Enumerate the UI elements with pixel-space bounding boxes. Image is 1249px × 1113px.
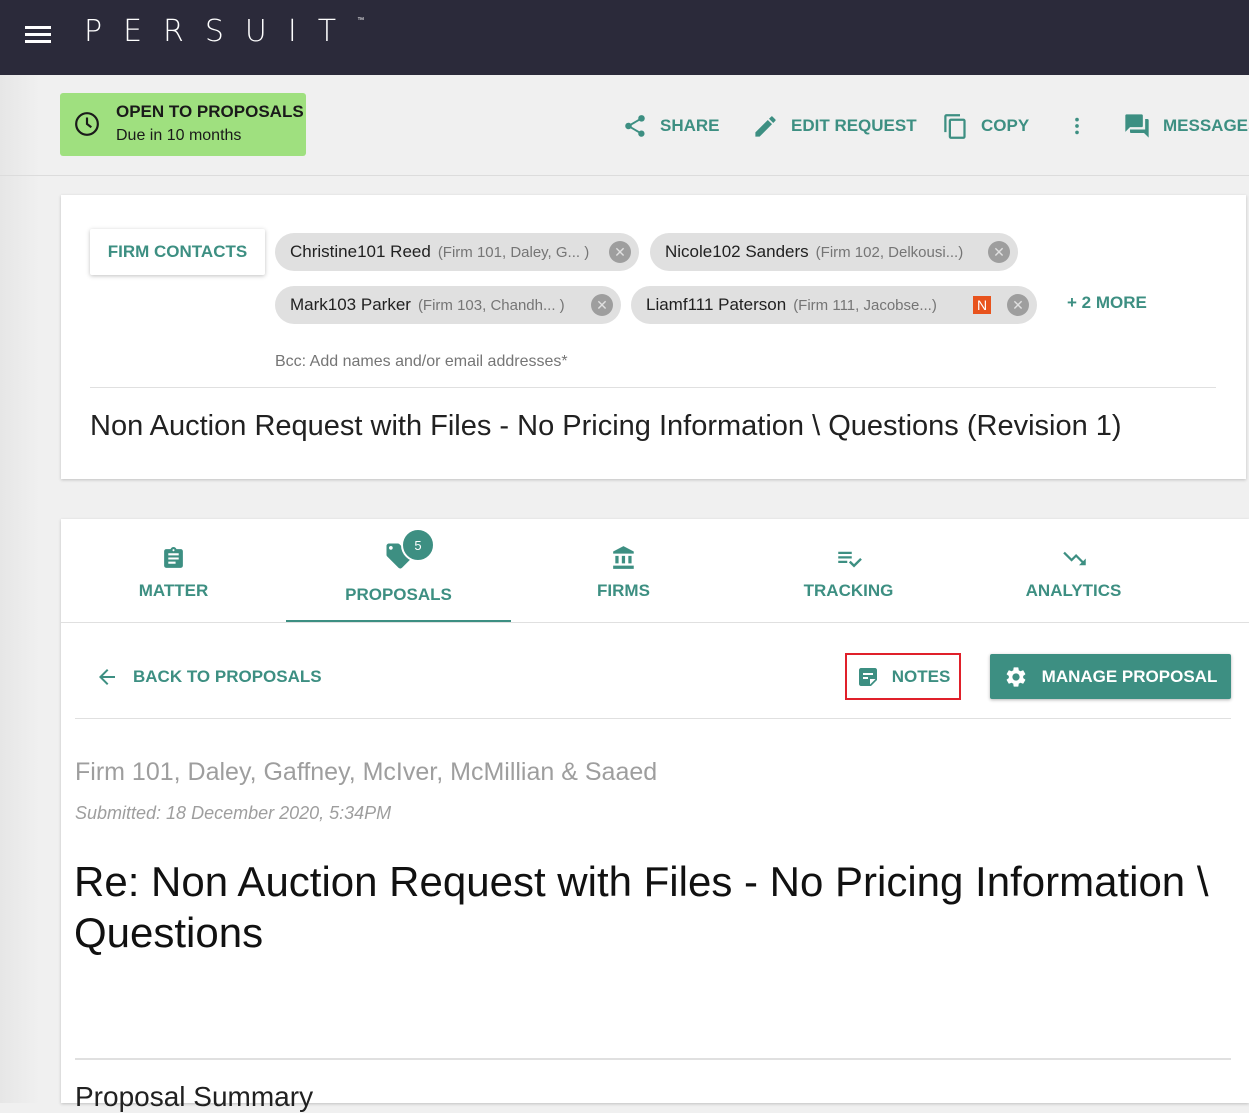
contact-firm: (Firm 111, Jacobse...) — [793, 296, 937, 314]
more-vert-icon — [1075, 117, 1079, 135]
notes-button[interactable]: NOTES — [845, 653, 961, 700]
edit-request-button[interactable]: EDIT REQUEST — [752, 112, 917, 140]
app-logo[interactable]: PERSUIT™ — [84, 14, 364, 49]
arrow-left-icon — [99, 669, 115, 685]
firm-contacts-button[interactable]: FIRM CONTACTS — [90, 229, 265, 275]
tab-matter[interactable]: MATTER — [61, 519, 286, 623]
proposal-title: Re: Non Auction Request with Files - No … — [74, 858, 1209, 956]
tab-label: MATTER — [138, 581, 209, 600]
gear-icon — [1006, 666, 1025, 687]
tab-firms[interactable]: FIRMS — [511, 519, 736, 623]
tab-proposals[interactable]: PROPOSALS — [286, 519, 511, 623]
n-badge-icon: N — [973, 296, 991, 314]
manage-proposal-button[interactable]: MANAGE PROPOSAL — [990, 654, 1231, 699]
status-badge: OPEN TO PROPOSALS Due in 10 months — [60, 93, 306, 156]
copy-label: COPY — [981, 116, 1030, 135]
request-title: Non Auction Request with Files - No Pric… — [90, 410, 1122, 442]
divider — [75, 718, 1231, 719]
more-contacts-link[interactable]: + 2 MORE — [1067, 293, 1147, 313]
remove-contact-icon[interactable]: ✕ — [1007, 294, 1029, 316]
contact-chip[interactable]: Liamf111 Paterson (Firm 111, Jacobse...)… — [631, 286, 1037, 324]
contact-name: Liamf111 Paterson — [646, 295, 787, 314]
contact-firm: (Firm 103, Chandh... ) — [417, 296, 565, 314]
status-title: OPEN TO PROPOSALS — [116, 102, 304, 121]
tab-analytics[interactable]: ANALYTICS — [961, 519, 1186, 623]
share-icon — [625, 115, 645, 137]
trending-down-icon — [1063, 551, 1086, 566]
contact-chip[interactable]: Mark103 Parker (Firm 103, Chandh... ) ✕ — [275, 286, 621, 324]
tabs-divider — [61, 622, 1249, 623]
remove-contact-icon[interactable]: ✕ — [988, 241, 1010, 263]
pencil-icon — [755, 115, 776, 137]
remove-contact-icon[interactable]: ✕ — [591, 294, 613, 316]
bank-icon — [613, 546, 634, 569]
contact-firm: (Firm 102, Delkousi...) — [815, 243, 964, 261]
proposal-summary-heading: Proposal Summary — [75, 1081, 314, 1112]
contact-firm: (Firm 101, Daley, G... ) — [437, 243, 590, 261]
tab-label: FIRMS — [597, 581, 650, 600]
request-card: FIRM CONTACTS Christine101 Reed (Firm 10… — [61, 195, 1246, 479]
proposal-card: MATTER PROPOSALS 5 FIRMS TRACKING ANALYT… — [61, 519, 1249, 1112]
list-check-icon — [838, 551, 862, 568]
remove-contact-icon[interactable]: ✕ — [609, 241, 631, 263]
messages-label: MESSAGES — [1163, 116, 1249, 135]
bcc-input[interactable]: Bcc: Add names and/or email addresses* — [275, 353, 568, 371]
divider — [75, 1058, 1231, 1060]
share-label: SHARE — [660, 116, 720, 135]
messages-button[interactable]: MESSAGES — [1123, 112, 1249, 140]
note-icon — [858, 667, 877, 686]
tab-label: ANALYTICS — [1025, 581, 1122, 600]
submitted-date: Submitted: 18 December 2020, 5:34PM — [75, 803, 392, 823]
contact-name: Nicole102 Sanders — [665, 242, 809, 261]
clipboard-icon — [164, 547, 183, 568]
contact-name: Christine101 Reed — [290, 242, 431, 261]
tab-tracking[interactable]: TRACKING — [736, 519, 961, 623]
contact-name: Mark103 Parker — [290, 295, 411, 314]
clock-icon — [75, 112, 99, 136]
tab-label: TRACKING — [803, 581, 894, 600]
copy-icon — [944, 113, 966, 139]
notes-label: NOTES — [891, 666, 951, 686]
left-edge — [0, 75, 40, 1103]
proposals-count-badge: 5 — [401, 528, 435, 562]
share-button[interactable]: SHARE — [622, 112, 720, 140]
header-divider — [0, 175, 1249, 176]
status-due: Due in 10 months — [116, 127, 242, 144]
top-bar: PERSUIT™ — [0, 0, 1249, 75]
tab-label: PROPOSALS — [345, 585, 452, 604]
contact-chip[interactable]: Nicole102 Sanders (Firm 102, Delkousi...… — [650, 233, 1018, 271]
back-to-proposals-link[interactable]: BACK TO PROPOSALS — [95, 665, 322, 689]
divider — [90, 387, 1216, 388]
forum-icon — [1125, 114, 1149, 138]
more-options-button[interactable] — [1066, 112, 1100, 140]
edit-request-label: EDIT REQUEST — [791, 116, 917, 135]
copy-button[interactable]: COPY — [942, 112, 1029, 140]
menu-icon[interactable] — [25, 26, 51, 46]
back-label: BACK TO PROPOSALS — [133, 667, 322, 686]
firm-name: Firm 101, Daley, Gaffney, McIver, McMill… — [75, 758, 658, 786]
contact-chip[interactable]: Christine101 Reed (Firm 101, Daley, G...… — [275, 233, 639, 271]
manage-proposal-label: MANAGE PROPOSAL — [1041, 666, 1218, 686]
